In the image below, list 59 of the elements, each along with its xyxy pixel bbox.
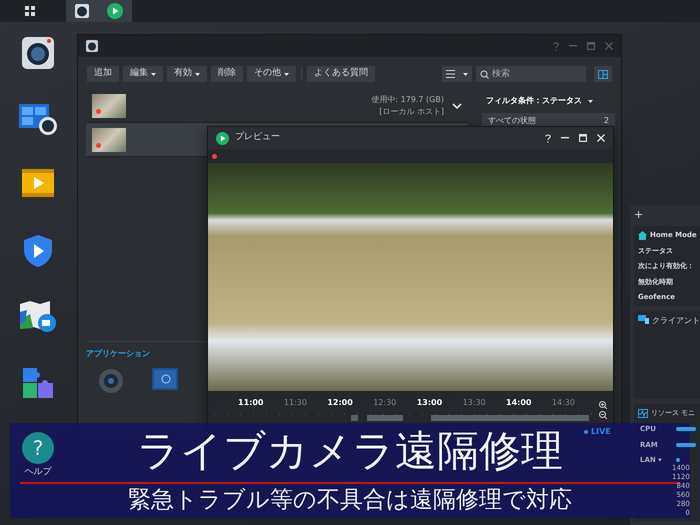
film-play-icon[interactable] <box>21 168 55 198</box>
monitor-camera-icon[interactable] <box>18 102 58 136</box>
shield-play-icon[interactable] <box>22 234 54 268</box>
camera-joystick-icon[interactable] <box>98 368 124 394</box>
taskbar-app[interactable] <box>66 0 98 22</box>
puzzle-icon[interactable] <box>21 366 55 400</box>
usage-bar <box>676 442 696 447</box>
time-label: 12:30 <box>373 397 396 409</box>
zoom-in-icon[interactable] <box>599 401 607 409</box>
toolbar-button[interactable]: 削除 <box>211 66 243 82</box>
toolbar-button[interactable]: 追加 <box>87 66 119 82</box>
add-widget-button[interactable]: + <box>634 209 644 221</box>
toolbar-button[interactable]: 有効 <box>167 66 207 82</box>
taskbar-app[interactable] <box>98 0 132 22</box>
caret-icon <box>463 72 468 76</box>
usage-bar <box>676 427 696 432</box>
minimize-icon[interactable] <box>561 137 569 139</box>
time-label: 13:00 <box>416 397 442 409</box>
devices-icon <box>638 315 649 324</box>
time-label: 11:30 <box>284 397 307 409</box>
live-indicator: LIVE <box>591 426 611 438</box>
time-label: 14:00 <box>506 397 532 409</box>
help-icon[interactable] <box>545 134 551 142</box>
zoom-out-icon[interactable] <box>599 411 607 419</box>
search-icon <box>480 70 489 79</box>
camera-icon[interactable] <box>21 36 55 70</box>
toolbar-button[interactable]: 編集 <box>123 66 163 82</box>
banner-title: ライブカメラ遠隔修理 <box>137 425 563 477</box>
storage-usage: 使用中: 179.7 (GB) <box>371 94 444 106</box>
time-label: 12:00 <box>327 397 353 409</box>
home-icon <box>638 230 647 240</box>
camera-icon <box>86 40 98 52</box>
caret-icon <box>588 100 593 102</box>
filter-title[interactable]: フィルタ条件：ステータス <box>486 95 582 107</box>
window-title: プレビュー <box>235 131 280 144</box>
widget-title: クライアント <box>652 315 700 327</box>
banner-subtitle: 緊急トラブル等の不具合は遠隔修理で対応 <box>128 486 572 515</box>
search-field[interactable]: 検索 <box>476 66 586 82</box>
pulse-icon <box>638 408 648 418</box>
toolbar-button[interactable]: その他 <box>247 66 296 82</box>
view-mode-button[interactable] <box>442 66 472 82</box>
storage-host: [ローカル ホスト] <box>379 106 444 118</box>
panel-toggle-button[interactable] <box>594 66 612 82</box>
grid-icon <box>25 6 35 16</box>
panel-icon <box>598 70 608 78</box>
play-icon <box>216 132 229 144</box>
chevron-down-icon[interactable] <box>452 102 462 108</box>
toolbar-button[interactable]: よくある質問 <box>307 66 375 82</box>
camera-icon <box>75 4 89 18</box>
icon-label: ヘルプ <box>24 466 52 479</box>
map-video-icon[interactable] <box>19 300 57 334</box>
section-title: アプリケーション <box>86 348 151 360</box>
time-label: 11:00 <box>238 397 264 409</box>
time-label: 13:30 <box>462 397 486 409</box>
filter-count: 2 <box>604 114 609 126</box>
time-label: 14:30 <box>552 397 575 409</box>
list-icon <box>446 70 455 78</box>
play-icon <box>107 3 123 19</box>
screen-icon[interactable] <box>152 368 178 390</box>
